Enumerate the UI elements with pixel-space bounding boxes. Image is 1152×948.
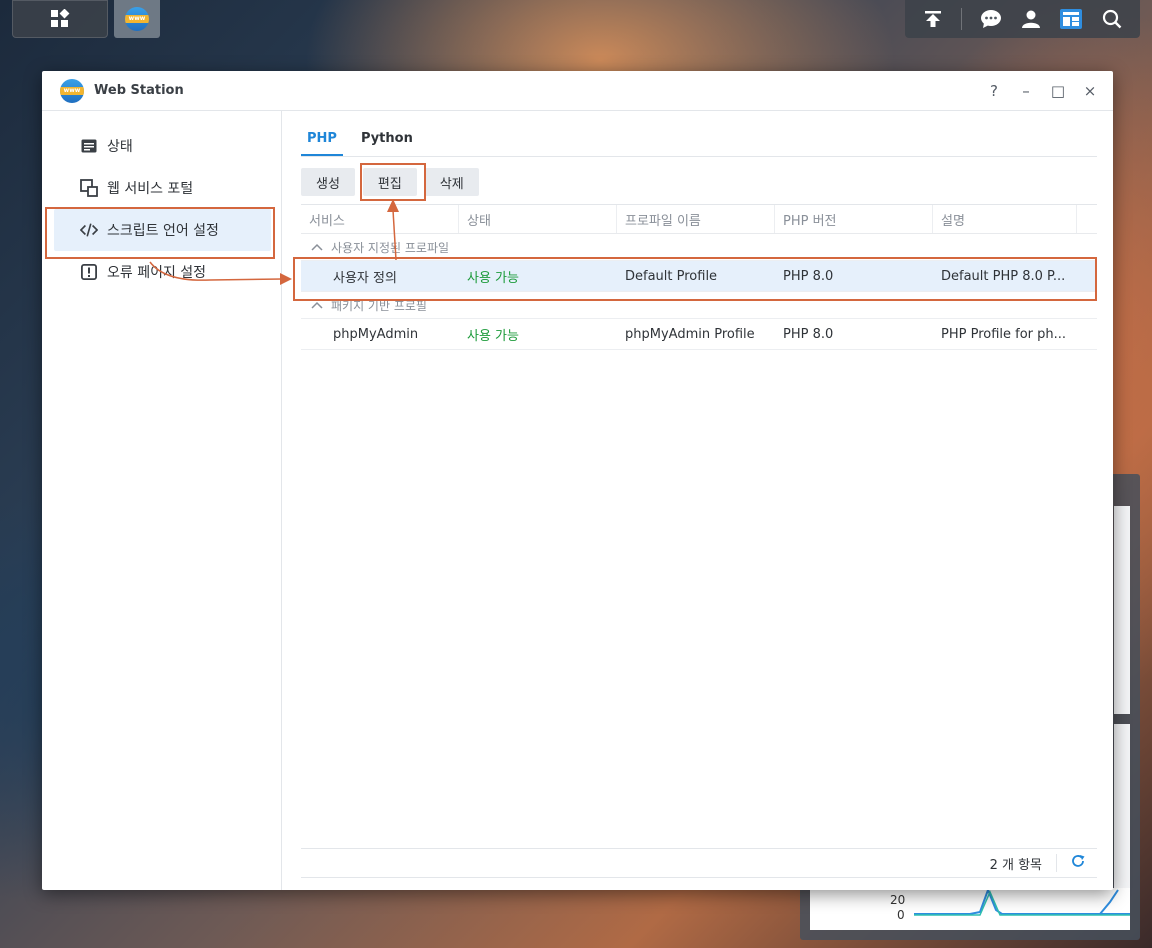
chat-icon[interactable] — [979, 7, 1003, 31]
tray-divider — [961, 8, 963, 30]
column-header-status[interactable]: 상태 — [459, 205, 617, 233]
grid-header: 서비스 상태 프로파일 이름 PHP 버전 설명 — [301, 205, 1097, 234]
column-header-profile[interactable]: 프로파일 이름 — [617, 205, 775, 233]
cell-description: PHP Profile for ph... — [941, 326, 1067, 342]
window-controls: ? – □ × — [985, 71, 1099, 111]
table-row[interactable]: 사용자 정의 사용 가능 Default Profile PHP 8.0 Def… — [301, 261, 1097, 292]
group-header-custom[interactable]: 사용자 지정된 프로파일 — [301, 234, 1097, 261]
sidebar-item-status[interactable]: 상태 — [54, 125, 271, 167]
widget-axis-label: 20 — [890, 893, 906, 907]
web-station-taskbar-icon: www — [125, 7, 149, 31]
toolbar: 생성 편집 삭제 — [301, 168, 1097, 196]
table-row[interactable]: phpMyAdmin 사용 가능 phpMyAdmin Profile PHP … — [301, 319, 1097, 350]
edit-button[interactable]: 편집 — [362, 168, 417, 196]
close-button[interactable]: × — [1081, 82, 1099, 100]
maximize-button[interactable]: □ — [1049, 82, 1067, 100]
sidebar-item-script-language[interactable]: 스크립트 언어 설정 — [54, 209, 271, 251]
cell-profile: phpMyAdmin Profile — [625, 326, 755, 342]
taskbar-main-menu[interactable] — [12, 0, 108, 38]
delete-button[interactable]: 삭제 — [424, 168, 479, 196]
cell-profile: Default Profile — [625, 268, 718, 284]
error-icon — [80, 263, 98, 281]
sidebar-item-label: 오류 페이지 설정 — [107, 265, 207, 281]
status-icon — [80, 137, 98, 155]
sidebar-item-label: 스크립트 언어 설정 — [107, 223, 219, 239]
user-icon[interactable] — [1019, 7, 1043, 31]
minimize-button[interactable]: – — [1017, 82, 1035, 100]
group-label: 사용자 지정된 프로파일 — [331, 240, 450, 255]
cell-status: 사용 가능 — [467, 328, 519, 344]
sidebar-item-web-portal[interactable]: 웹 서비스 포털 — [54, 167, 271, 209]
code-icon — [80, 221, 98, 239]
sidebar: 상태 웹 서비스 포털 스크립트 언어 설정 오류 페이지 설정 — [42, 111, 282, 890]
main-menu-icon — [48, 7, 72, 31]
cell-description: Default PHP 8.0 P... — [941, 268, 1066, 284]
chevron-up-icon — [311, 241, 323, 254]
help-button[interactable]: ? — [985, 82, 1003, 100]
cell-version: PHP 8.0 — [783, 326, 834, 342]
sidebar-item-error-page[interactable]: 오류 페이지 설정 — [54, 251, 271, 293]
widget-panel — [1114, 506, 1130, 714]
grid-footer: 2 개 항목 — [301, 848, 1097, 878]
web-station-icon: www — [60, 78, 84, 103]
web-station-window: www Web Station ? – □ × 상태 웹 서비스 포털 스크립트… — [42, 71, 1113, 890]
cell-service: phpMyAdmin — [333, 326, 419, 342]
tab-bar: PHP Python — [301, 111, 1097, 157]
sidebar-item-label: 웹 서비스 포털 — [107, 181, 194, 197]
refresh-icon[interactable] — [1071, 854, 1085, 872]
create-button[interactable]: 생성 — [301, 168, 355, 196]
widget-axis-label: 0 — [897, 908, 905, 922]
tab-php[interactable]: PHP — [301, 131, 343, 156]
group-header-package[interactable]: 패키지 기반 프로필 — [301, 292, 1097, 319]
cell-service: 사용자 정의 — [333, 270, 397, 286]
cell-version: PHP 8.0 — [783, 268, 834, 284]
portal-icon — [80, 179, 98, 197]
group-label: 패키지 기반 프로필 — [331, 298, 427, 313]
widget-chart — [810, 887, 1130, 930]
tab-python[interactable]: Python — [355, 131, 419, 156]
footer-divider — [1056, 854, 1057, 872]
cell-status: 사용 가능 — [467, 270, 519, 286]
taskbar-tray — [905, 0, 1140, 38]
window-title: Web Station — [94, 83, 184, 98]
chevron-up-icon — [311, 299, 323, 312]
column-header-description[interactable]: 설명 — [933, 205, 1077, 233]
column-header-version[interactable]: PHP 버전 — [775, 205, 933, 233]
widgets-icon[interactable] — [1059, 7, 1083, 31]
main-panel: PHP Python 생성 편집 삭제 서비스 상태 프로파일 이름 PHP 버… — [301, 111, 1097, 890]
item-count: 2 개 항목 — [989, 857, 1042, 873]
window-titlebar[interactable]: www Web Station ? – □ × — [42, 71, 1113, 111]
sidebar-item-label: 상태 — [107, 139, 133, 155]
column-header-service[interactable]: 서비스 — [301, 205, 459, 233]
upload-icon[interactable] — [921, 7, 945, 31]
profile-grid: 서비스 상태 프로파일 이름 PHP 버전 설명 사용자 지정된 프로파일 사용… — [301, 204, 1097, 350]
search-icon[interactable] — [1100, 7, 1124, 31]
taskbar-web-station-app[interactable]: www — [114, 0, 160, 38]
